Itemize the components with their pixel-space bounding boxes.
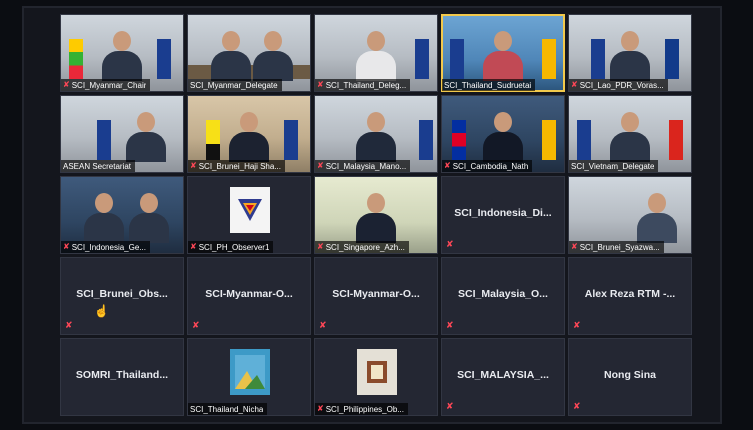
participant-name: SCI_Cambodia_Nath [452,161,529,171]
mic-muted-icon: ✘ [446,239,454,249]
participant-name: SCI_Indonesia_Di... [454,207,552,219]
landscape-image-icon [235,355,265,389]
participant-tile[interactable]: ✘ SCI_Singapore_Azh... [314,176,438,254]
participant-name: SCI_Vietnam_Delegate [571,161,655,171]
participant-tile[interactable]: SCI_Vietnam_Delegate [568,95,692,173]
organization-logo [230,187,270,233]
participant-name: SCI_Philippines_Ob... [325,404,404,414]
participant-name: SCI_Thailand_Nicha [190,404,264,414]
participant-name: Alex Reza RTM -... [584,288,676,300]
participant-name: SCI_Thailand_Sudruetai [444,80,532,90]
participant-tile[interactable]: ✘ SCI_Brunei_Syazwa... [568,176,692,254]
participant-name: SCI_Thailand_Deleg... [325,80,407,90]
participant-name: SCI_Malaysia_O... [458,288,548,300]
participant-name: SCI_Malaysia_Mano... [325,161,407,171]
participant-tile[interactable]: ✘ SCI_Myanmar_Chair [60,14,184,92]
participant-tile[interactable]: SCI_Myanmar_Delegate [187,14,311,92]
profile-picture [357,349,397,395]
mic-muted-icon: ✘ [63,242,70,251]
mic-muted-icon: ✘ [446,401,454,411]
participant-name: SCI_Singapore_Azh... [325,242,405,252]
participant-grid: ✘ SCI_Myanmar_Chair SCI_Myanmar_Delegate … [60,14,692,416]
participant-tile[interactable]: SCI-Myanmar-O... ✘ [314,257,438,335]
participant-name: SCI-Myanmar-O... [332,288,420,300]
participant-tile[interactable]: ✘ SCI_Indonesia_Ge... [60,176,184,254]
participant-tile[interactable]: ✘ SCI_Malaysia_Mano... [314,95,438,173]
participant-tile[interactable]: ✘ SCI_Cambodia_Nath [441,95,565,173]
mic-muted-icon: ✘ [317,404,324,413]
participant-tile[interactable]: SCI-Myanmar-O... ✘ [187,257,311,335]
participant-name: SCI_Brunei_Syazwa... [579,242,660,252]
mic-muted-icon: ✘ [190,161,197,170]
participant-name: SCI_Myanmar_Chair [71,80,147,90]
mic-muted-icon: ✘ [573,320,581,330]
participant-tile[interactable]: ASEAN Secretariat [60,95,184,173]
participant-tile[interactable]: ✘ SCI_Thailand_Deleg... [314,14,438,92]
profile-picture [230,349,270,395]
mic-muted-icon: ✘ [192,320,200,330]
participant-tile[interactable]: ✘ SCI_Philippines_Ob... [314,338,438,416]
mic-muted-icon: ✘ [317,161,324,170]
participant-tile[interactable]: Alex Reza RTM -... ✘ [568,257,692,335]
mic-muted-icon: ✘ [446,320,454,330]
emblem-image-icon [367,361,387,383]
mic-muted-icon: ✘ [319,320,327,330]
participant-name: SCI_PH_Observer1 [198,242,270,252]
participant-tile[interactable]: SOMRI_Thailand... [60,338,184,416]
mic-muted-icon: ✘ [190,242,197,251]
participant-tile[interactable]: ✘ SCI_PH_Observer1 [187,176,311,254]
participant-tile[interactable]: SCI_MALAYSIA_... ✘ [441,338,565,416]
participant-name: SCI_Lao_PDR_Voras... [579,80,664,90]
mic-muted-icon: ✘ [317,242,324,251]
video-conference-window: ✘ SCI_Myanmar_Chair SCI_Myanmar_Delegate … [22,6,722,424]
participant-name: ASEAN Secretariat [63,161,132,171]
mic-muted-icon: ✘ [444,161,451,170]
participant-name: SCI-Myanmar-O... [205,288,293,300]
participant-tile[interactable]: SCI_Brunei_Obs... ☝ ✘ [60,257,184,335]
triangle-logo-icon [238,199,262,221]
mic-muted-icon: ✘ [63,80,70,89]
mic-muted-icon: ✘ [571,80,578,89]
participant-name: SCI_Indonesia_Ge... [71,242,146,252]
participant-name: SCI_MALAYSIA_... [457,369,549,381]
participant-tile[interactable]: Nong Sina ✘ [568,338,692,416]
participant-name: SCI_Brunei_Haji Sha... [198,161,281,171]
participant-name: SCI_Brunei_Obs... [76,288,168,300]
participant-tile[interactable]: SCI_Thailand_Nicha [187,338,311,416]
participant-tile[interactable]: ✘ SCI_Brunei_Haji Sha... [187,95,311,173]
participant-name: SOMRI_Thailand... [75,369,169,381]
mic-muted-icon: ✘ [65,320,73,330]
hand-cursor-icon: ☝ [94,304,109,318]
mic-muted-icon: ✘ [573,401,581,411]
participant-tile[interactable]: SCI_Indonesia_Di... ✘ [441,176,565,254]
participant-tile-active-speaker[interactable]: SCI_Thailand_Sudruetai [441,14,565,92]
participant-name: Nong Sina [604,369,656,381]
mic-muted-icon: ✘ [571,242,578,251]
participant-name: SCI_Myanmar_Delegate [190,80,278,90]
participant-tile[interactable]: SCI_Malaysia_O... ✘ [441,257,565,335]
mic-muted-icon: ✘ [317,80,324,89]
participant-tile[interactable]: ✘ SCI_Lao_PDR_Voras... [568,14,692,92]
